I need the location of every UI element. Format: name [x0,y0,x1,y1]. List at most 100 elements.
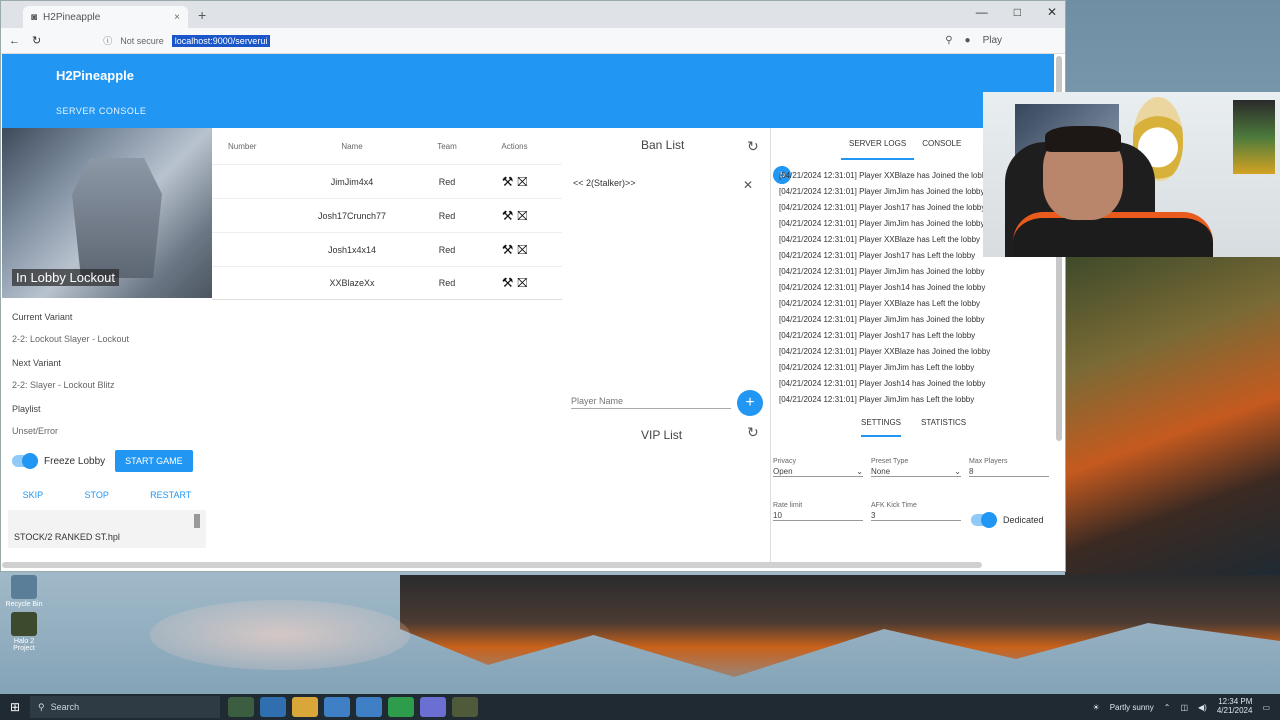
new-tab-button[interactable]: + [198,7,206,23]
table-row: JimJim4x4 Red ⚒ ⛝ [212,164,562,198]
reload-icon[interactable]: ↻ [32,34,41,47]
banned-player: << 2(Stalker)>> [573,178,636,188]
close-tab-icon[interactable]: × [174,12,180,23]
search-placeholder: Search [50,702,80,712]
refresh-ban-icon[interactable]: ↻ [747,138,759,155]
log-entry: [04/21/2024 12:31:01] Player JimJim has … [779,395,975,404]
task-view-icon[interactable] [228,697,254,717]
info-icon[interactable]: ⓘ [103,34,112,47]
table-row: XXBlazeXx Red ⚒ ⛝ [212,266,562,300]
scrollbar[interactable] [194,514,200,528]
column-header: Actions [501,141,528,151]
map-structure [72,158,162,278]
ban-icon[interactable]: ⛝ [517,208,527,224]
webcam-overlay [983,92,1280,257]
close-window-button[interactable]: ✕ [1047,5,1057,19]
game-status-panel: In Lobby Lockout Current Variant 2-2: Lo… [2,128,212,568]
minimize-button[interactable]: — [976,5,988,19]
maximize-button[interactable]: □ [1014,5,1021,19]
freeze-lobby-row: Freeze Lobby START GAME [12,450,202,472]
mail-icon[interactable] [356,697,382,717]
max-players-value: 8 [969,467,974,476]
clock[interactable]: 12:34 PM 4/21/2024 [1217,697,1253,716]
volume-icon[interactable]: ◀) [1198,703,1207,712]
window-controls: — □ ✕ [976,5,1057,19]
address-bar: ← ↻ ⓘ Not secure localhost:9000/serverui… [1,28,1065,54]
preset-value: None [871,467,891,476]
halo-taskbar-icon[interactable] [452,697,478,717]
vip-list-title: VIP List [641,428,683,442]
app-title: H2Pineapple [56,68,135,83]
kick-icon[interactable]: ⚒ [502,174,514,190]
taskbar: ⊞ ⚲ Search ☀ Partly sunny ⌃ ◫ ◀) 12:34 P… [0,694,1280,720]
afk-time-field[interactable]: AFK Kick Time 3 [871,502,961,521]
preset-select[interactable]: Preset Type None ⌄ [871,458,961,477]
poster-image [1233,100,1275,174]
playlist-file-box: STOCK/2 RANKED ST.hpl [8,510,206,548]
browser-tab[interactable]: ◙ H2Pineapple × [23,6,188,28]
wallpaper-cliff [1065,255,1280,575]
terminal-icon[interactable] [388,697,414,717]
dedicated-toggle[interactable] [971,512,997,528]
start-game-button[interactable]: START GAME [115,450,193,472]
store-icon[interactable] [324,697,350,717]
lists-panel: Ban List ↻ << 2(Stalker)>> ✕ + VIP List … [565,128,768,568]
system-tray: ☀ Partly sunny ⌃ ◫ ◀) 12:34 PM 4/21/2024… [1093,697,1280,716]
kick-icon[interactable]: ⚒ [502,242,514,258]
wallpaper-cloud [150,600,410,670]
person-shirt [1013,212,1213,257]
privacy-value: Open [773,467,793,476]
horizontal-scrollbar[interactable] [2,562,982,568]
halo-app-icon [11,612,37,636]
tab-console[interactable]: CONSOLE [914,128,969,160]
players-table: Number Name Team Actions JimJim4x4 Red ⚒… [212,128,562,300]
log-entry: [04/21/2024 12:31:01] Player Josh17 has … [779,331,976,340]
chevron-down-icon: ⌄ [954,467,961,476]
copilot-button[interactable]: Play [983,35,1002,46]
ban-icon[interactable]: ⛝ [517,275,527,291]
remove-ban-icon[interactable]: ✕ [743,178,753,192]
network-icon[interactable]: ◫ [1180,703,1188,712]
weather-text: Partly sunny [1109,702,1154,712]
kick-icon[interactable]: ⚒ [502,208,514,224]
chevron-up-icon[interactable]: ⌃ [1164,703,1171,712]
restart-button[interactable]: RESTART [150,490,191,500]
rate-limit-field[interactable]: Rate limit 10 [773,502,863,521]
tab-statistics[interactable]: STATISTICS [921,418,966,437]
column-header: Name [341,141,363,151]
discord-icon[interactable] [420,697,446,717]
player-name-input[interactable] [571,394,731,409]
player-actions: ⚒ ⛝ [477,242,552,258]
skip-button[interactable]: SKIP [23,490,44,500]
add-player-button[interactable]: + [737,390,763,416]
desktop-icon-halo[interactable]: Halo 2 Project [4,612,44,652]
player-team: Red [438,278,456,288]
desktop-icon-recycle-bin[interactable]: Recycle Bin [4,575,44,608]
edge-icon[interactable] [260,697,286,717]
ban-icon[interactable]: ⛝ [517,174,527,190]
profile-icon[interactable]: ● [965,35,971,46]
log-entry: [04/21/2024 12:31:01] Player Josh14 has … [779,379,986,388]
windows-start-icon[interactable]: ⊞ [0,700,30,714]
freeze-lobby-toggle[interactable] [12,453,38,469]
url-text[interactable]: localhost:9000/serverui [171,34,271,47]
log-entry: [04/21/2024 12:31:01] Player Josh14 has … [779,283,986,292]
tab-settings[interactable]: SETTINGS [861,418,902,437]
refresh-vip-icon[interactable]: ↻ [747,424,759,441]
weather-icon[interactable]: ☀ [1093,703,1100,712]
kick-icon[interactable]: ⚒ [502,275,514,291]
url-field[interactable]: ⓘ Not secure localhost:9000/serverui [53,31,933,51]
player-name: JimJim4x4 [330,176,374,187]
back-icon[interactable]: ← [9,35,20,47]
notifications-icon[interactable]: ▭ [1262,703,1270,712]
stop-button[interactable]: STOP [84,490,108,500]
tab-server-logs[interactable]: SERVER LOGS [841,128,915,160]
ban-icon[interactable]: ⛝ [517,242,527,258]
extensions-icon[interactable]: ⚲ [945,35,952,46]
current-variant-value: 2-2: Lockout Slayer - Lockout [12,334,130,344]
taskbar-search[interactable]: ⚲ Search [30,696,220,718]
max-players-field[interactable]: Max Players 8 [969,458,1049,477]
privacy-select[interactable]: Privacy Open ⌄ [773,458,863,477]
file-explorer-icon[interactable] [292,697,318,717]
log-entry: [04/21/2024 12:31:01] Player XXBlaze has… [779,347,991,356]
